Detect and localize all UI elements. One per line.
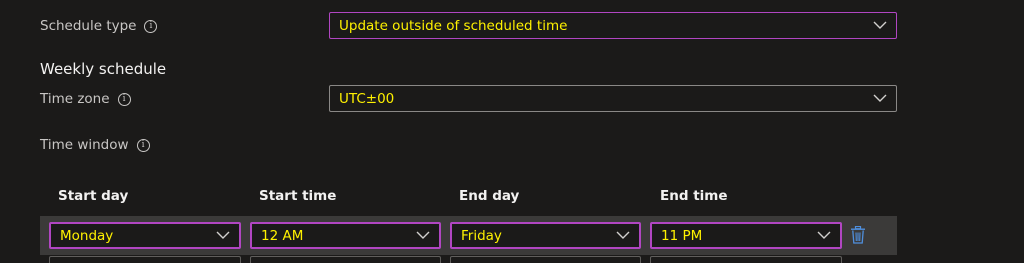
start-time-dropdown[interactable]: 12 AM bbox=[250, 222, 441, 249]
column-header-start-time: Start time bbox=[259, 188, 337, 204]
start-time-value: 12 AM bbox=[261, 227, 304, 244]
chevron-down-icon bbox=[817, 231, 831, 239]
end-day-dropdown[interactable]: Friday bbox=[450, 222, 641, 249]
chevron-down-icon bbox=[416, 231, 430, 239]
chevron-down-icon bbox=[616, 231, 630, 239]
time-window-label-text: Time window bbox=[40, 137, 129, 153]
chevron-down-icon bbox=[216, 231, 230, 239]
time-zone-label-text: Time zone bbox=[40, 91, 110, 107]
end-time-value: 11 PM bbox=[661, 227, 703, 244]
column-header-start-day: Start day bbox=[58, 188, 129, 204]
end-day-value: Friday bbox=[461, 227, 502, 244]
next-row-end-day-dropdown[interactable] bbox=[450, 256, 641, 263]
next-row-end-time-dropdown[interactable] bbox=[650, 256, 842, 263]
schedule-type-label: Schedule type i bbox=[40, 18, 158, 34]
start-day-value: Monday bbox=[60, 227, 114, 244]
next-row-start-day-dropdown[interactable] bbox=[49, 256, 241, 263]
start-day-dropdown[interactable]: Monday bbox=[49, 222, 241, 249]
chevron-down-icon bbox=[873, 94, 887, 102]
end-time-dropdown[interactable]: 11 PM bbox=[650, 222, 842, 249]
chevron-down-icon bbox=[873, 21, 887, 29]
info-icon[interactable]: i bbox=[136, 138, 150, 152]
schedule-type-dropdown[interactable]: Update outside of scheduled time bbox=[329, 12, 897, 39]
next-row-start-time-dropdown[interactable] bbox=[250, 256, 441, 263]
time-window-label: Time window i bbox=[40, 137, 150, 153]
column-header-end-time: End time bbox=[660, 188, 728, 204]
trash-icon[interactable] bbox=[850, 226, 866, 244]
time-zone-label: Time zone i bbox=[40, 91, 131, 107]
schedule-type-value: Update outside of scheduled time bbox=[339, 17, 568, 34]
table-row: Monday 12 AM Friday 11 PM bbox=[40, 216, 897, 255]
column-header-end-day: End day bbox=[459, 188, 520, 204]
schedule-type-label-text: Schedule type bbox=[40, 18, 137, 34]
time-zone-value: UTC±00 bbox=[339, 90, 395, 107]
info-icon[interactable]: i bbox=[144, 19, 158, 33]
time-zone-dropdown[interactable]: UTC±00 bbox=[329, 85, 897, 112]
update-schedule-panel: Schedule type i Update outside of schedu… bbox=[0, 0, 1024, 263]
info-icon[interactable]: i bbox=[117, 92, 131, 106]
weekly-schedule-heading: Weekly schedule bbox=[40, 60, 167, 78]
